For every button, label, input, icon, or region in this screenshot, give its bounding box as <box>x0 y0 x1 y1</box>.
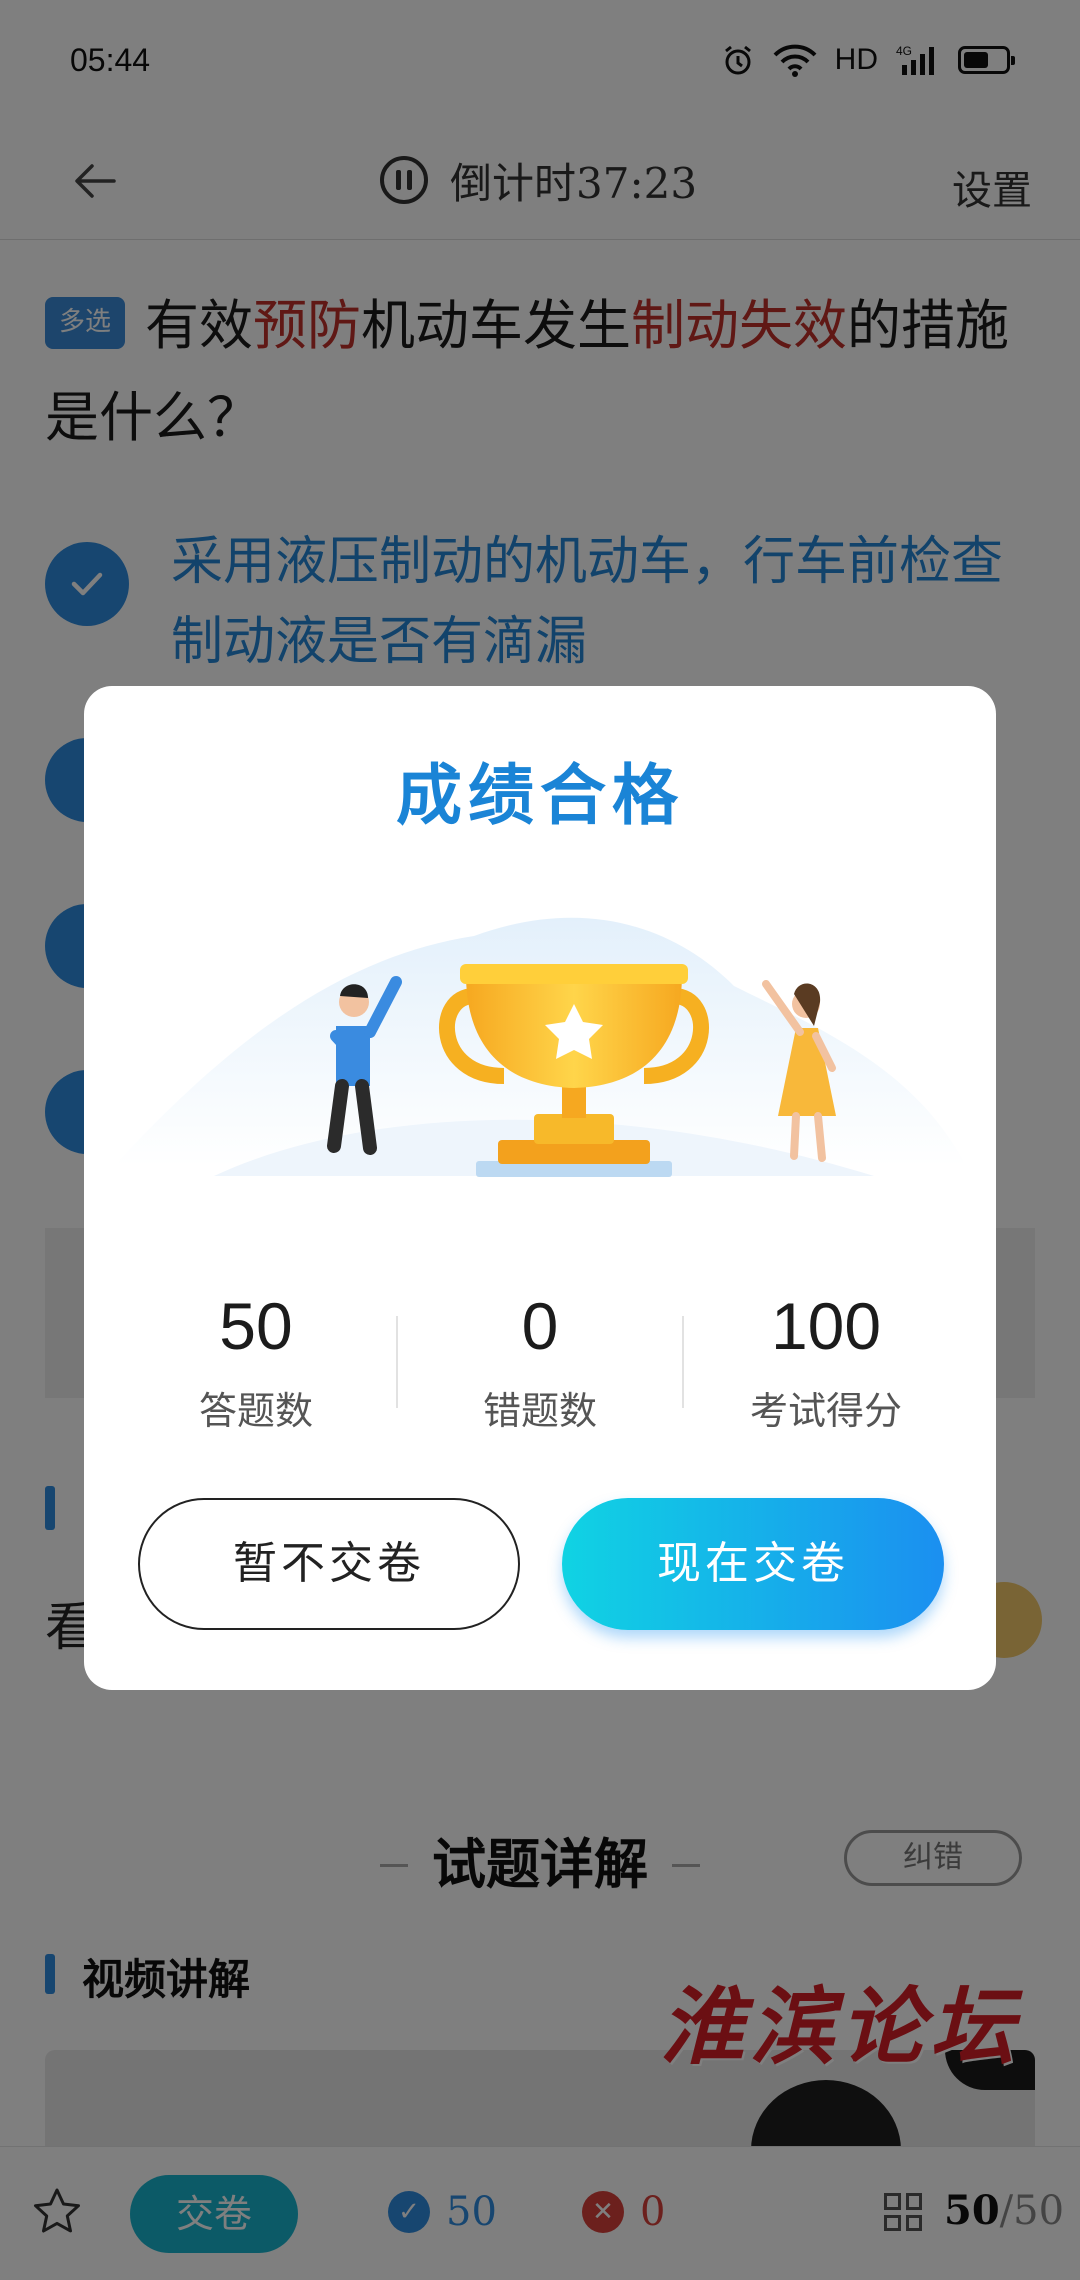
stat-wrong: 0 错题数 <box>398 1286 682 1435</box>
cancel-submit-button[interactable]: 暂不交卷 <box>138 1498 520 1630</box>
stat-value: 100 <box>770 1289 882 1363</box>
trophy-illustration <box>114 917 966 1177</box>
stat-label: 答题数 <box>198 1389 313 1433</box>
stat-label: 考试得分 <box>749 1389 902 1433</box>
result-title: 成绩合格 <box>396 756 684 834</box>
submit-now-button[interactable]: 现在交卷 <box>562 1498 944 1630</box>
stat-label: 错题数 <box>482 1389 597 1433</box>
stat-answered: 50 答题数 <box>114 1286 398 1435</box>
stat-value: 0 <box>521 1289 559 1363</box>
stat-score: 100 考试得分 <box>684 1286 968 1435</box>
stat-value: 50 <box>219 1289 293 1363</box>
result-dialog: 成绩合格 50 答题数 0 错题数 100 考试得分 暂不交卷 现在交卷 <box>84 686 996 1690</box>
result-stats: 50 答题数 0 错题数 100 考试得分 <box>84 1286 996 1446</box>
